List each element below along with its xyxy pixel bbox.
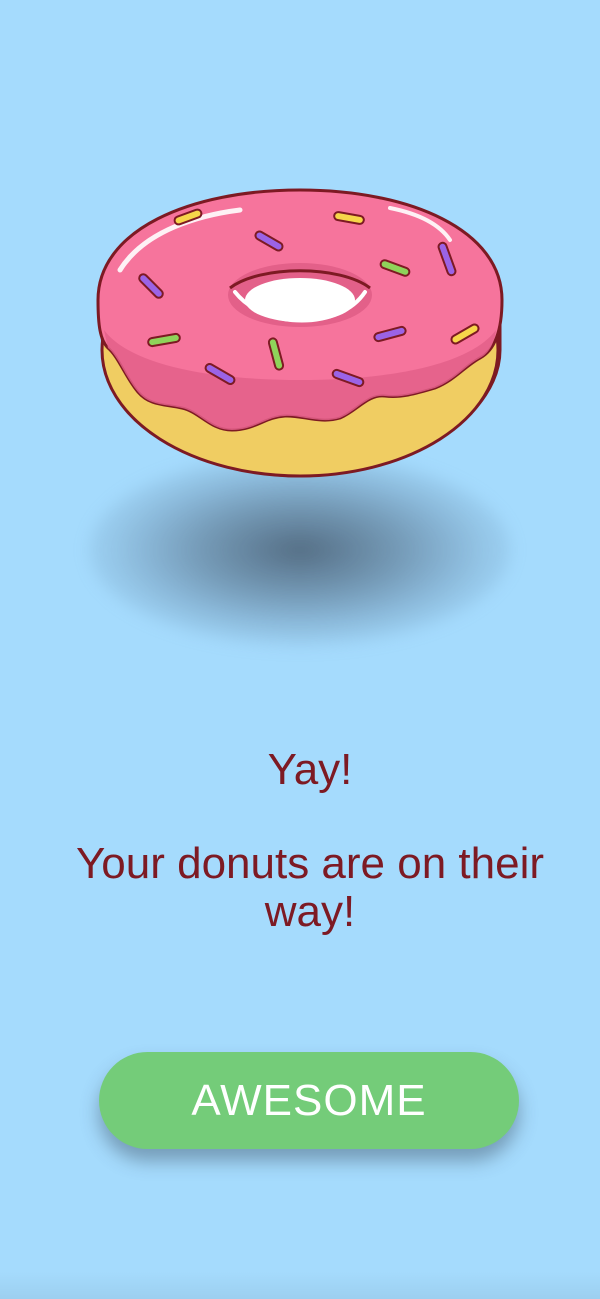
- donut-illustration: [90, 180, 510, 490]
- confirmation-message: Yay! Your donuts are on their way!: [40, 740, 580, 936]
- donut-icon: [96, 188, 504, 478]
- confirmation-screen: Yay! Your donuts are on their way! AWESO…: [0, 0, 600, 1299]
- confirmation-subtitle: Your donuts are on their way!: [75, 839, 545, 936]
- confirmation-title: Yay!: [267, 745, 353, 794]
- bottom-edge: [0, 1272, 600, 1299]
- awesome-button[interactable]: AWESOME: [99, 1052, 519, 1149]
